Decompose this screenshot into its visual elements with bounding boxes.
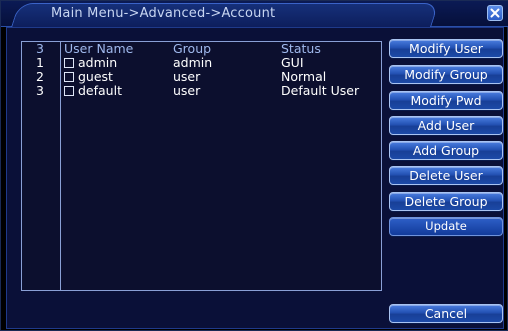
title-bar: Main Menu->Advanced->Account	[1, 1, 508, 27]
row-group: admin	[173, 55, 213, 70]
update-button[interactable]: Update	[389, 217, 503, 236]
row-checkbox[interactable]	[64, 58, 74, 68]
close-icon	[490, 8, 500, 18]
row-user-name: guest	[78, 69, 113, 84]
modify-group-button[interactable]: Modify Group	[389, 65, 503, 84]
row-number: 3	[36, 83, 44, 98]
row-number: 2	[36, 69, 44, 84]
row-group: user	[173, 69, 201, 84]
table-row[interactable]: 3 default user Default User	[22, 84, 381, 98]
list-header: 3 User Name Group Status	[22, 42, 381, 56]
table-row[interactable]: 1 admin admin GUI	[22, 56, 381, 70]
row-user-name: default	[78, 83, 122, 98]
row-status: Normal	[281, 69, 327, 84]
close-button[interactable]	[487, 5, 503, 21]
row-status: GUI	[281, 55, 304, 70]
row-number: 1	[36, 55, 44, 70]
row-status: Default User	[281, 83, 360, 98]
delete-group-button[interactable]: Delete Group	[389, 192, 503, 211]
add-group-button[interactable]: Add Group	[389, 141, 503, 160]
delete-user-button[interactable]: Delete User	[389, 166, 503, 185]
account-list[interactable]: 3 User Name Group Status 1 admin admin G…	[21, 41, 382, 291]
user-count: 3	[36, 41, 44, 56]
account-window: Main Menu->Advanced->Account 3 User Name…	[0, 0, 508, 331]
header-group: Group	[173, 41, 212, 56]
header-user-name: User Name	[64, 41, 134, 56]
row-checkbox[interactable]	[64, 72, 74, 82]
table-row[interactable]: 2 guest user Normal	[22, 70, 381, 84]
modify-user-button[interactable]: Modify User	[389, 39, 503, 58]
modify-password-button[interactable]: Modify Pwd	[389, 91, 503, 110]
row-checkbox[interactable]	[64, 86, 74, 96]
window-title: Main Menu->Advanced->Account	[51, 6, 276, 21]
cancel-button[interactable]: Cancel	[389, 304, 503, 323]
header-status: Status	[281, 41, 321, 56]
add-user-button[interactable]: Add User	[389, 116, 503, 135]
row-user-name: admin	[78, 55, 118, 70]
row-group: user	[173, 83, 201, 98]
